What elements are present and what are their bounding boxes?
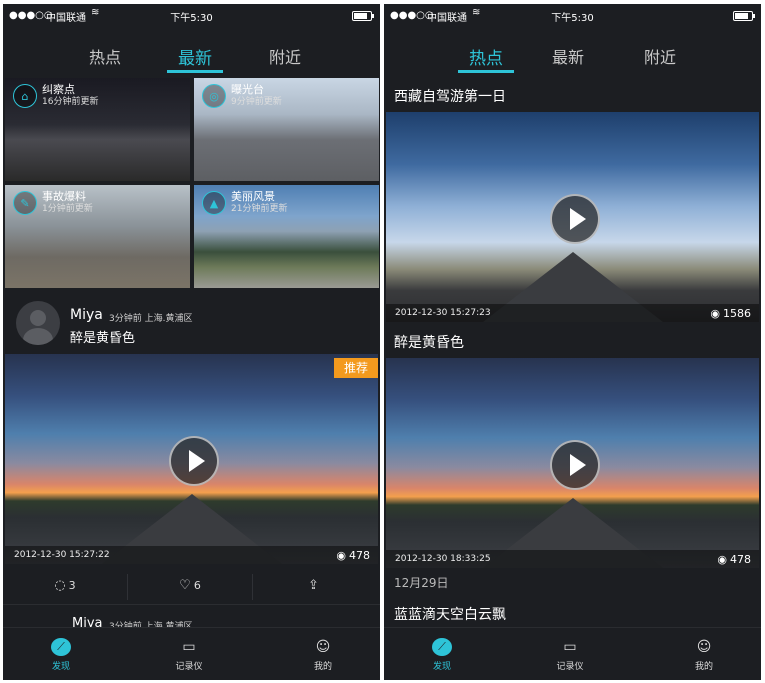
bottom-tab-bar: ⟋ 发现 ▭ 记录仪 ☺ 我的	[384, 627, 761, 680]
category-updated: 16分钟前更新	[42, 97, 99, 107]
play-icon[interactable]	[549, 440, 600, 490]
tab-profile[interactable]: ☺ 我的	[293, 638, 353, 672]
like-count: 6	[193, 579, 201, 592]
play-icon[interactable]	[168, 436, 219, 486]
comment-icon: ◌	[54, 578, 66, 593]
wrench-icon: ✎	[13, 191, 37, 215]
police-icon: ⌂	[13, 84, 37, 108]
category-name: 事故爆料	[42, 190, 86, 203]
video-date: 2012-12-30 15:27:23	[395, 308, 491, 318]
status-bar: ●●●○○ 中国联通 ≋ 下午5:30	[3, 4, 380, 26]
post-header: Miya 3分钟前 上海.黄浦区 醉是黄昏色	[16, 301, 380, 347]
tab-recorder[interactable]: ▭ 记录仪	[159, 638, 219, 672]
avatar[interactable]	[16, 301, 60, 345]
user-icon: ☺	[696, 639, 712, 655]
tab-nearby[interactable]: 附近	[620, 44, 700, 68]
tab-hot[interactable]: 热点	[65, 44, 145, 68]
video-camera-icon: ▭	[182, 639, 196, 655]
view-count: ◉ 478	[336, 549, 370, 562]
compass-icon: ⟋	[432, 638, 452, 656]
eye-icon: ◉	[717, 553, 727, 566]
left-screen: ●●●○○ 中国联通 ≋ 下午5:30 热点 最新 附近 ⌂ 纠察点 16分钟前更…	[3, 4, 380, 680]
tab-nearby[interactable]: 附近	[245, 44, 325, 68]
tab-label: 我的	[313, 662, 332, 672]
item-video[interactable]: 2012-12-30 15:27:23 ◉ 1586	[386, 112, 759, 322]
post-username[interactable]: Miya	[70, 307, 103, 323]
post-meta: 3分钟前 上海.黄浦区	[109, 314, 193, 324]
status-bar: ●●●○○ 中国联通 ≋ 下午5:30	[384, 4, 761, 26]
post-actions: ◌ 3 ♡ 6 ⇪	[3, 568, 380, 605]
post-video[interactable]: 推荐 2012-12-30 15:27:22 ◉ 478	[5, 354, 378, 564]
video-info-bar: 2012-12-30 18:33:25 ◉ 478	[386, 550, 759, 568]
category-name: 美丽风景	[231, 190, 275, 203]
category-updated: 21分钟前更新	[231, 204, 288, 214]
top-tabs: 热点 最新 附近	[384, 44, 761, 74]
category-name: 纠察点	[42, 83, 75, 96]
share-button[interactable]: ⇪	[253, 578, 377, 593]
category-exposure[interactable]: ◎ 曝光台 9分钟前更新	[194, 78, 379, 181]
view-count-value: 478	[349, 549, 370, 562]
category-scenery[interactable]: ▲ 美丽风景 21分钟前更新	[194, 185, 379, 288]
tab-profile[interactable]: ☺ 我的	[674, 638, 734, 672]
category-accident[interactable]: ✎ 事故爆料 1分钟前更新	[5, 185, 190, 288]
top-tabs: 热点 最新 附近	[3, 44, 380, 74]
tab-label: 记录仪	[175, 662, 203, 672]
category-updated: 1分钟前更新	[42, 204, 93, 214]
battery-icon	[352, 11, 374, 21]
item-title[interactable]: 西藏自驾游第一日	[394, 86, 506, 106]
status-time: 下午5:30	[170, 13, 213, 24]
tab-latest[interactable]: 最新	[155, 44, 235, 73]
tab-recorder[interactable]: ▭ 记录仪	[540, 638, 600, 672]
video-info-bar: 2012-12-30 15:27:23 ◉ 1586	[386, 304, 759, 322]
item-title[interactable]: 醉是黄昏色	[394, 332, 464, 352]
tab-latest[interactable]: 最新	[528, 44, 608, 68]
tab-label: 我的	[694, 662, 713, 672]
landscape-icon: ▲	[202, 191, 226, 215]
comment-button[interactable]: ◌ 3	[3, 578, 127, 593]
tab-label: 发现	[51, 662, 70, 672]
heart-icon: ♡	[179, 578, 191, 593]
tab-discover[interactable]: ⟋ 发现	[31, 638, 91, 672]
view-count-value: 478	[730, 553, 751, 566]
camera-icon: ◎	[202, 84, 226, 108]
view-count: ◉ 478	[717, 553, 751, 566]
tab-discover[interactable]: ⟋ 发现	[412, 638, 472, 672]
post-caption: 醉是黄昏色	[70, 331, 136, 346]
item-video[interactable]: 2012-12-30 18:33:25 ◉ 478	[386, 358, 759, 568]
like-button[interactable]: ♡ 6	[128, 578, 252, 593]
video-camera-icon: ▭	[563, 639, 577, 655]
view-count: ◉ 1586	[710, 307, 751, 320]
category-grid: ⌂ 纠察点 16分钟前更新 ◎ 曝光台 9分钟前更新 ✎ 事故爆料 1分钟前更新 ▲ …	[5, 78, 379, 288]
section-date: 12月29日	[394, 576, 449, 590]
eye-icon: ◉	[336, 549, 346, 562]
tab-label: 发现	[432, 662, 451, 672]
share-icon: ⇪	[308, 578, 319, 593]
user-icon: ☺	[315, 639, 331, 655]
comment-count: 3	[68, 579, 76, 592]
view-count-value: 1586	[723, 307, 751, 320]
video-info-bar: 2012-12-30 15:27:22 ◉ 478	[5, 546, 378, 564]
recommend-badge: 推荐	[334, 358, 378, 378]
tab-label: 记录仪	[556, 662, 584, 672]
category-name: 曝光台	[231, 83, 264, 96]
category-updated: 9分钟前更新	[231, 97, 282, 107]
right-screen: ●●●○○ 中国联通 ≋ 下午5:30 热点 最新 附近 西藏自驾游第一日 20…	[384, 4, 761, 680]
compass-icon: ⟋	[51, 638, 71, 656]
tab-hot[interactable]: 热点	[446, 44, 526, 73]
status-time: 下午5:30	[551, 13, 594, 24]
battery-icon	[733, 11, 755, 21]
bottom-tab-bar: ⟋ 发现 ▭ 记录仪 ☺ 我的	[3, 627, 380, 680]
video-date: 2012-12-30 15:27:22	[14, 550, 110, 560]
eye-icon: ◉	[710, 307, 720, 320]
play-icon[interactable]	[549, 194, 600, 244]
item-title[interactable]: 蓝蓝滴天空白云飘	[394, 604, 506, 624]
video-date: 2012-12-30 18:33:25	[395, 554, 491, 564]
category-police-check[interactable]: ⌂ 纠察点 16分钟前更新	[5, 78, 190, 181]
